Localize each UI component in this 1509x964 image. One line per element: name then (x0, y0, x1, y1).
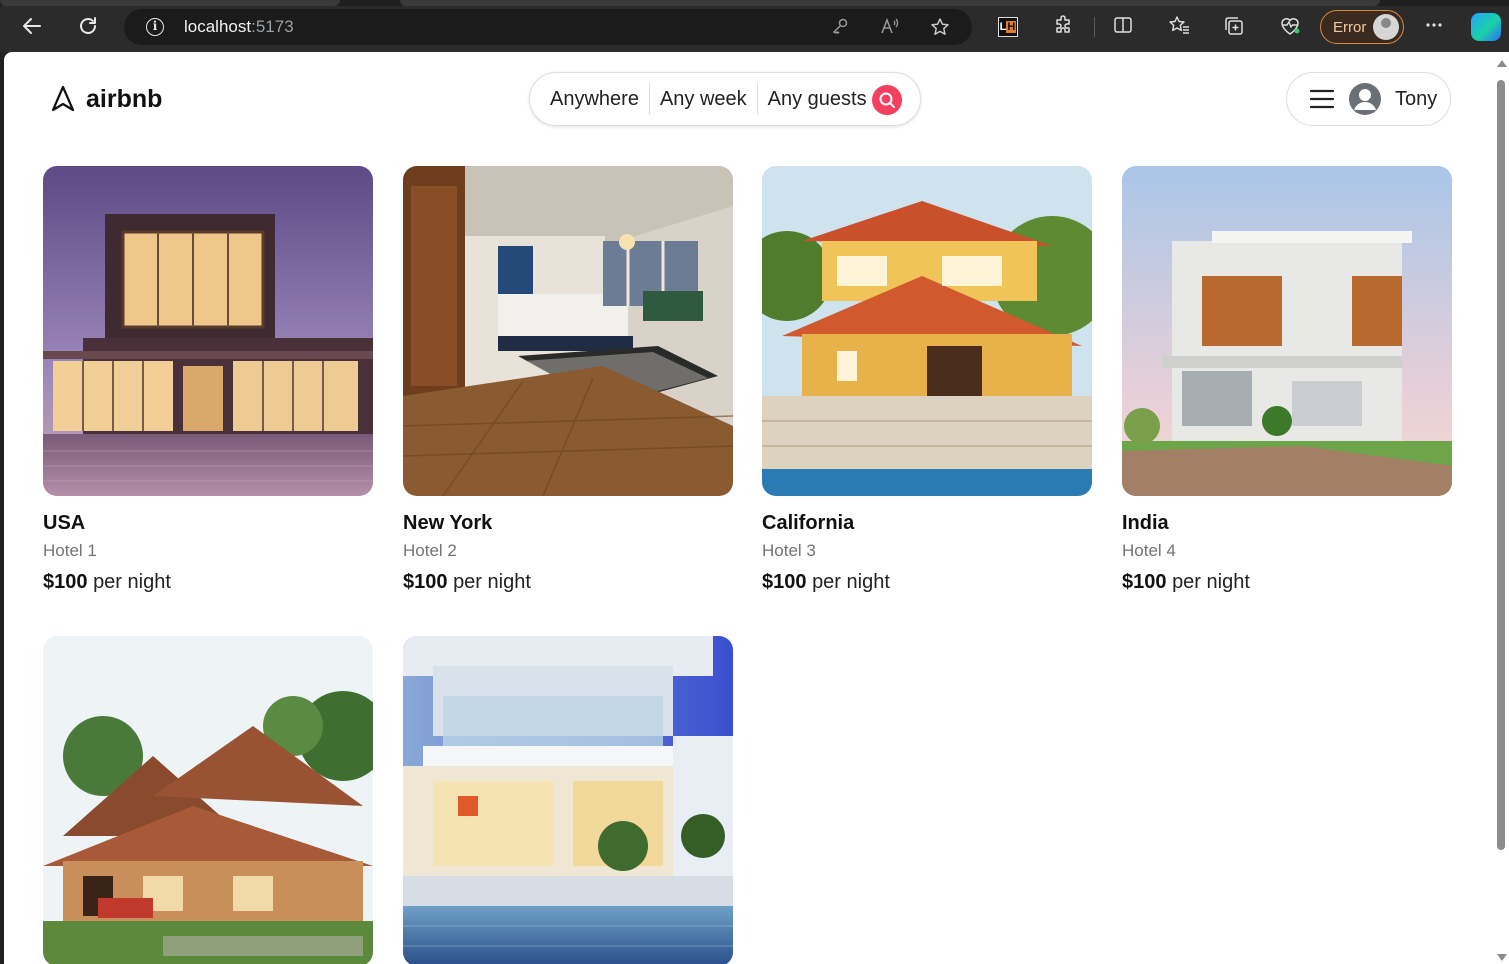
browser-tab[interactable] (400, 0, 1380, 6)
listing-card[interactable] (43, 636, 373, 964)
app-page: airbnb Anywhere Any week Any guests Tony (4, 52, 1494, 964)
listing-name: Hotel 1 (43, 541, 97, 560)
favorites-icon[interactable] (1168, 15, 1190, 37)
search-button[interactable] (872, 85, 902, 115)
extensions-icon[interactable] (1052, 15, 1074, 37)
price-suffix: per night (1172, 571, 1250, 593)
toolbar-separator (1094, 17, 1095, 37)
listing-price: $100 per night (762, 571, 1092, 594)
search-any-week[interactable]: Any week (650, 88, 757, 111)
performance-icon[interactable] (1278, 15, 1300, 37)
listing-image[interactable] (403, 636, 733, 964)
listing-location: India (1122, 512, 1169, 534)
read-aloud-icon[interactable] (880, 17, 900, 37)
listing-image[interactable] (1122, 166, 1452, 496)
price-suffix: per night (453, 571, 531, 593)
url-port: :5173 (251, 17, 294, 36)
split-screen-icon[interactable] (1112, 15, 1134, 37)
listing-image[interactable] (43, 636, 373, 964)
listing-image[interactable] (43, 166, 373, 496)
browser-tab[interactable] (0, 0, 340, 6)
listing-price: $100 per night (1122, 571, 1452, 594)
address-bar[interactable]: i localhost:5173 (124, 9, 972, 45)
more-icon[interactable] (1423, 15, 1445, 37)
listing-card[interactable]: India Hotel 4 $100 per night (1122, 166, 1452, 594)
search-anywhere[interactable]: Anywhere (550, 88, 649, 111)
info-icon[interactable]: i (146, 18, 164, 36)
user-avatar-icon (1349, 83, 1381, 115)
key-icon[interactable] (830, 17, 850, 37)
logo[interactable]: airbnb (48, 84, 162, 114)
favorite-star-icon[interactable] (930, 17, 950, 37)
scrollbar-thumb[interactable] (1497, 80, 1505, 850)
search-bar[interactable]: Anywhere Any week Any guests (529, 72, 921, 126)
listing-name: Hotel 4 (1122, 541, 1176, 560)
lighthouse-icon[interactable]: LH (998, 17, 1018, 37)
profile-button[interactable]: Error (1320, 10, 1404, 44)
listing-card[interactable]: USA Hotel 1 $100 per night (43, 166, 373, 594)
url-host: localhost (184, 17, 252, 36)
listing-image[interactable] (762, 166, 1092, 496)
price-amount: $100 (1122, 571, 1167, 593)
listing-location: California (762, 512, 855, 534)
listing-price: $100 per night (403, 571, 733, 594)
listing-image[interactable] (403, 166, 733, 496)
listing-card[interactable] (403, 636, 733, 964)
listing-card[interactable]: California Hotel 3 $100 per night (762, 166, 1092, 594)
profile-status: Error (1333, 19, 1367, 36)
user-menu-button[interactable]: Tony (1286, 72, 1451, 126)
browser-toolbar: i localhost:5173 LH Error (0, 0, 1509, 52)
user-name: Tony (1395, 87, 1438, 110)
listing-card[interactable]: New York Hotel 2 $100 per night (403, 166, 733, 594)
logo-text: airbnb (86, 84, 163, 113)
hamburger-menu-icon (1309, 89, 1335, 109)
collections-icon[interactable] (1223, 15, 1245, 37)
copilot-icon[interactable] (1471, 13, 1501, 41)
profile-avatar (1373, 14, 1399, 40)
search-any-guests[interactable]: Any guests (758, 88, 877, 111)
price-amount: $100 (762, 571, 807, 593)
listing-location: New York (403, 512, 493, 534)
listing-name: Hotel 2 (403, 541, 457, 560)
price-suffix: per night (93, 571, 171, 593)
listing-price: $100 per night (43, 571, 373, 594)
refresh-icon[interactable] (76, 14, 100, 38)
listing-location: USA (43, 512, 86, 534)
back-icon[interactable] (20, 14, 44, 38)
navigation-arrow-icon (51, 85, 75, 112)
price-suffix: per night (812, 571, 890, 593)
scroll-up-arrow-icon[interactable] (1497, 60, 1507, 67)
search-icon (879, 92, 895, 108)
address-url[interactable]: localhost:5173 (184, 17, 294, 37)
price-amount: $100 (403, 571, 448, 593)
listing-name: Hotel 3 (762, 541, 816, 560)
price-amount: $100 (43, 571, 88, 593)
scroll-down-arrow-icon[interactable] (1497, 954, 1507, 961)
